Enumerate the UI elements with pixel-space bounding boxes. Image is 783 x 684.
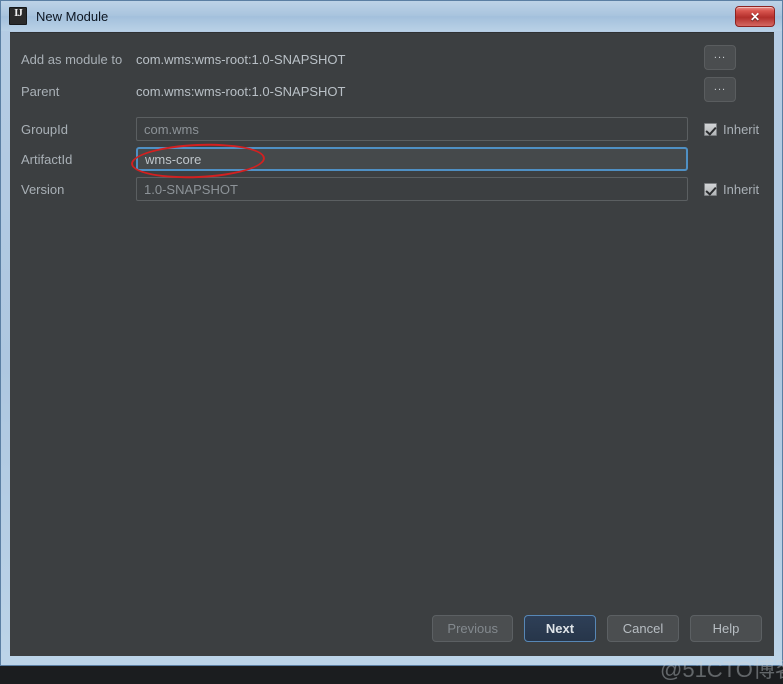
window-title: New Module — [36, 8, 109, 24]
new-module-dialog-window: New Module ✕ Add as module to com.wms:wm… — [0, 0, 783, 682]
ellipsis-icon: ... — [713, 48, 727, 61]
intellij-idea-logo-icon — [9, 7, 27, 25]
close-icon: ✕ — [749, 9, 761, 24]
label-parent: Parent — [21, 83, 60, 99]
title-bar: New Module ✕ — [1, 1, 782, 31]
row-groupid: GroupId Inherit — [10, 117, 774, 141]
ellipsis-icon: ... — [713, 80, 727, 93]
value-parent: com.wms:wms-root:1.0-SNAPSHOT — [136, 83, 346, 99]
dialog-button-bar: Previous Next Cancel Help — [10, 600, 774, 656]
artifactid-input[interactable] — [136, 147, 688, 171]
label-add-as-module-to: Add as module to — [21, 51, 123, 67]
close-button[interactable]: ✕ — [735, 6, 775, 27]
row-parent: Parent com.wms:wms-root:1.0-SNAPSHOT ... — [10, 77, 774, 103]
label-version: Version — [21, 181, 65, 197]
label-artifactid: ArtifactId — [21, 151, 73, 167]
version-input[interactable] — [136, 177, 688, 201]
browse-button-add-as-module-to[interactable]: ... — [704, 45, 736, 70]
groupid-input[interactable] — [136, 117, 688, 141]
groupid-inherit-checkbox[interactable]: Inherit — [704, 122, 759, 137]
previous-button[interactable]: Previous — [432, 614, 513, 642]
watermark: @51CTO博客 — [660, 657, 783, 682]
value-add-as-module-to: com.wms:wms-root:1.0-SNAPSHOT — [136, 51, 346, 67]
row-add-as-module-to: Add as module to com.wms:wms-root:1.0-SN… — [10, 45, 774, 71]
browse-button-parent[interactable]: ... — [704, 77, 736, 102]
row-version: Version Inherit — [10, 177, 774, 201]
version-inherit-checkbox[interactable]: Inherit — [704, 182, 759, 197]
dialog-content: Add as module to com.wms:wms-root:1.0-SN… — [10, 32, 783, 682]
groupid-inherit-label: Inherit — [723, 121, 760, 137]
checkbox-checked-icon — [704, 182, 717, 196]
cancel-button[interactable]: Cancel — [607, 614, 679, 642]
help-button[interactable]: Help — [690, 614, 762, 642]
checkbox-checked-icon — [704, 122, 717, 136]
label-groupid: GroupId — [21, 121, 68, 137]
version-inherit-label: Inherit — [723, 181, 760, 197]
next-button[interactable]: Next — [524, 614, 596, 642]
row-artifactid: ArtifactId — [10, 147, 774, 171]
